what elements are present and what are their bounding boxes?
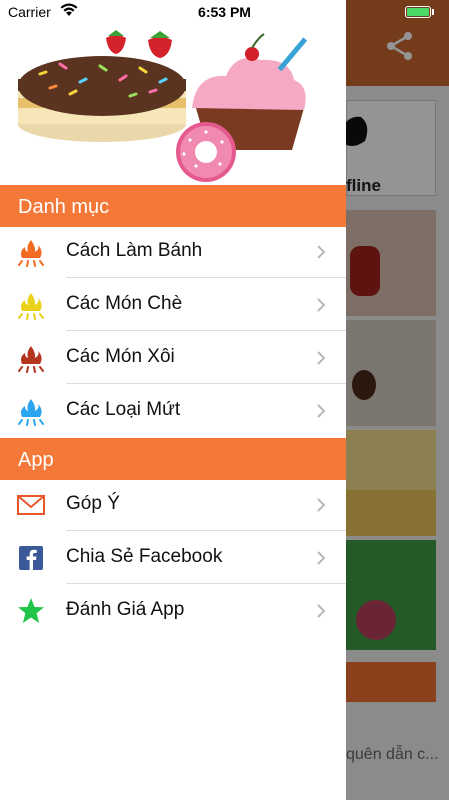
menu-item-label: Góp Ý: [66, 493, 120, 514]
cake-banner-image: [18, 30, 308, 182]
status-bar: Carrier 6:53 PM: [0, 0, 449, 24]
star-icon: [18, 598, 44, 623]
menu-item-label: Các Món Xôi: [66, 346, 175, 367]
flame-icon: [18, 293, 44, 320]
menu-item-label: Các Món Chè: [66, 293, 183, 314]
menu-item-label: Cách Làm Bánh: [66, 240, 203, 261]
battery-icon: [405, 6, 431, 18]
section-header-app: App: [0, 438, 346, 480]
flame-icon: [18, 399, 44, 426]
menu-item-label: Các Loại Mứt: [66, 399, 181, 420]
chevron-right-icon: [317, 404, 326, 418]
menu-item-gop-y[interactable]: Góp Ý: [0, 478, 346, 531]
menu-item-cach-lam-banh[interactable]: Cách Làm Bánh: [0, 225, 346, 278]
menu-item-label: Chia Sẻ Facebook: [66, 546, 223, 567]
menu-item-chia-se-facebook[interactable]: Chia Sẻ Facebook: [0, 531, 346, 584]
flame-icon: [18, 240, 44, 267]
section-header-danh-muc: Danh mục: [0, 185, 346, 227]
chevron-right-icon: [317, 551, 326, 565]
side-drawer: Danh mục Cách Làm Bánh Các Món Chè Các M…: [0, 0, 346, 800]
menu-item-cac-loai-mut[interactable]: Các Loại Mứt: [0, 384, 346, 437]
chevron-right-icon: [317, 498, 326, 512]
menu-item-danh-gia-app[interactable]: Đánh Giá App: [0, 584, 346, 637]
mail-icon: [17, 495, 45, 515]
facebook-icon: [19, 546, 43, 570]
menu-item-cac-mon-xoi[interactable]: Các Món Xôi: [0, 331, 346, 384]
battery-tip: [432, 9, 434, 15]
chevron-right-icon: [317, 245, 326, 259]
flame-icon: [18, 346, 44, 373]
menu-item-label: Đánh Giá App: [66, 599, 185, 620]
chevron-right-icon: [317, 351, 326, 365]
status-time: 6:53 PM: [198, 4, 251, 20]
chevron-right-icon: [317, 604, 326, 618]
chevron-right-icon: [317, 298, 326, 312]
menu-item-cac-mon-che[interactable]: Các Món Chè: [0, 278, 346, 331]
